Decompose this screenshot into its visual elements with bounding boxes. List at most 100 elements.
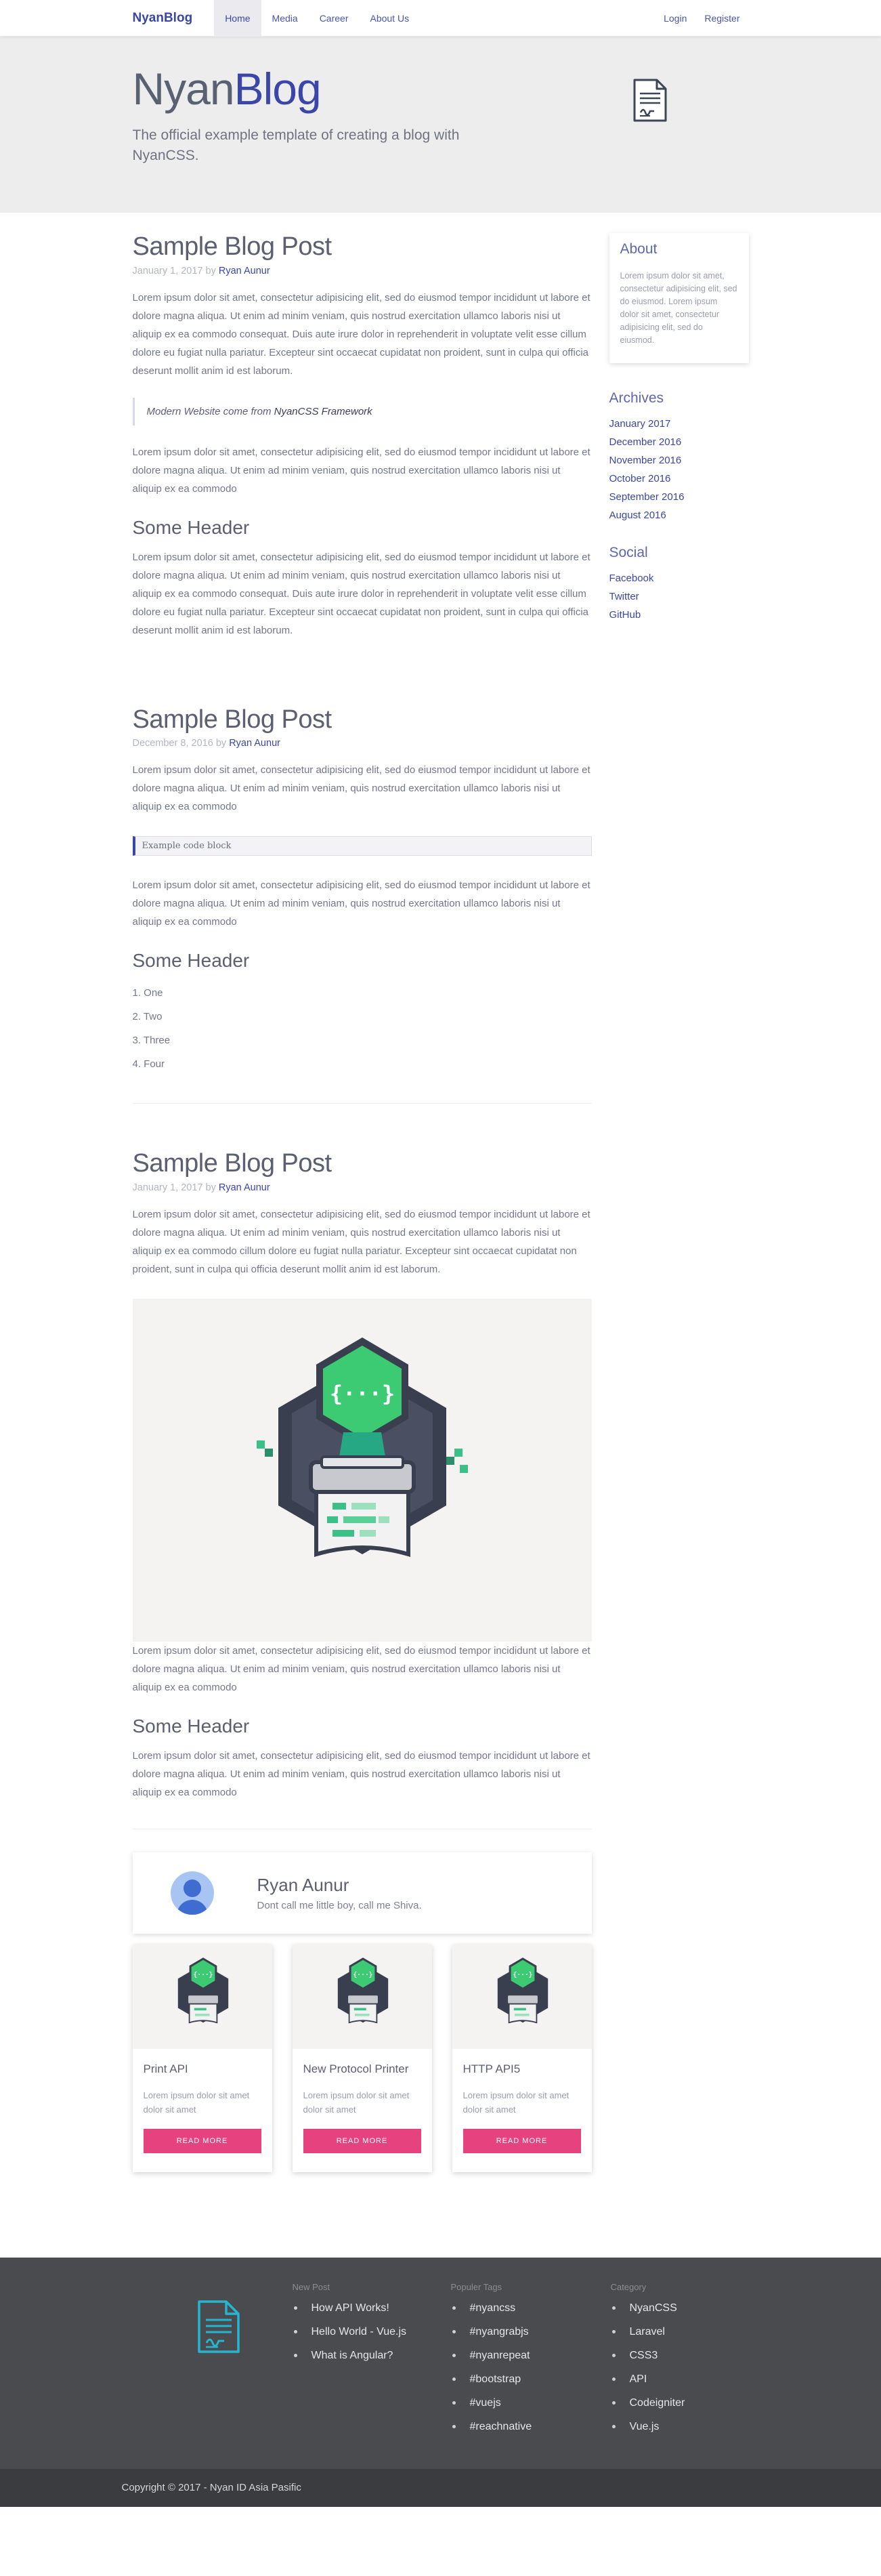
card-image: {···} bbox=[452, 1944, 592, 2049]
archives-section: Archives January 2017 December 2016 Nove… bbox=[609, 390, 749, 524]
footer: New Post How API Works! Hello World - Vu… bbox=[0, 2257, 881, 2469]
post-image: {···} bbox=[132, 1298, 592, 1642]
read-more-button[interactable]: READ MORE bbox=[143, 2128, 261, 2153]
footer-tag-link[interactable]: #nyancss bbox=[451, 2296, 532, 2320]
footer-category-link[interactable]: Vue.js bbox=[611, 2415, 685, 2438]
footer-tag-link[interactable]: #reachnative bbox=[451, 2415, 532, 2438]
post-title[interactable]: Sample Blog Post bbox=[133, 705, 592, 736]
footer-col-title: Populer Tags bbox=[450, 2281, 502, 2292]
archive-link[interactable]: January 2017 bbox=[609, 415, 749, 433]
api-printer-icon: {···} bbox=[497, 1957, 548, 2024]
card-image: {···} bbox=[132, 1944, 272, 2049]
footer-link[interactable]: How API Works! bbox=[293, 2296, 407, 2320]
list-item: 1. One bbox=[132, 987, 163, 999]
card: {···} New Protocol Printer Lorem ipsum d… bbox=[292, 1944, 432, 2172]
post-meta: December 8, 2016 by Ryan Aunur bbox=[132, 738, 280, 749]
archive-link[interactable]: August 2016 bbox=[609, 506, 749, 524]
post-paragraph: Lorem ipsum dolor sit amet, consectetur … bbox=[132, 1749, 590, 1798]
post-title[interactable]: Sample Blog Post bbox=[133, 1148, 592, 1180]
nav-career[interactable]: Career bbox=[309, 0, 360, 37]
card-text: Lorem ipsum dolor sit amet dolor sit ame… bbox=[303, 2090, 410, 2115]
footer-col-title: New Post bbox=[292, 2281, 330, 2292]
nav-login[interactable]: Login bbox=[655, 0, 695, 37]
footer-categories: Category NyanCSS Laravel CSS3 API Codeig… bbox=[611, 2282, 685, 2438]
api-printer-icon: {···} bbox=[337, 1957, 388, 2024]
about-box: About Lorem ipsum dolor sit amet, consec… bbox=[609, 233, 749, 363]
read-more-button[interactable]: READ MORE bbox=[303, 2128, 421, 2153]
author-link[interactable]: Ryan Aunur bbox=[219, 1182, 270, 1193]
author-card: Ryan Aunur Dont call me little boy, call… bbox=[133, 1852, 592, 1934]
sidebar: About Lorem ipsum dolor sit amet, consec… bbox=[609, 232, 749, 2258]
post-paragraph: Lorem ipsum dolor sit amet, consectetur … bbox=[132, 1644, 590, 1693]
list-item: 2. Two bbox=[132, 1011, 163, 1023]
card-text: Lorem ipsum dolor sit amet dolor sit ame… bbox=[143, 2090, 250, 2115]
content: Sample Blog Post January 1, 2017 by Ryan… bbox=[132, 232, 592, 2258]
nav-about-us[interactable]: About Us bbox=[359, 0, 420, 37]
footer-link[interactable]: Hello World - Vue.js bbox=[293, 2320, 406, 2344]
blog-post: Sample Blog Post January 1, 2017 by Ryan… bbox=[132, 1148, 592, 1829]
footer-tag-link[interactable]: #vuejs bbox=[451, 2391, 532, 2415]
card-title[interactable]: HTTP API5 bbox=[463, 2062, 581, 2076]
author-info: Ryan Aunur Dont call me little boy, call… bbox=[257, 1875, 422, 1911]
list-item: 3. Three bbox=[132, 1035, 171, 1047]
footer-category-link[interactable]: API bbox=[611, 2367, 685, 2391]
card: {···} Print API Lorem ipsum dolor sit am… bbox=[132, 1944, 272, 2172]
post-meta: January 1, 2017 by Ryan Aunur bbox=[132, 265, 270, 276]
blog-post: Sample Blog Post December 8, 2016 by Rya… bbox=[132, 705, 592, 1104]
main: Sample Blog Post January 1, 2017 by Ryan… bbox=[132, 213, 749, 2258]
archives-title: Archives bbox=[609, 390, 664, 406]
nav-register[interactable]: Register bbox=[695, 0, 748, 37]
code-block: Example code block bbox=[132, 836, 592, 856]
footer-tag-link[interactable]: #nyangrabjs bbox=[451, 2320, 532, 2344]
footer-link[interactable]: What is Angular? bbox=[293, 2344, 407, 2367]
post-subheader: Some Header bbox=[132, 950, 250, 972]
card-image: {···} bbox=[292, 1944, 432, 2049]
brand-logo[interactable]: NyanBlog bbox=[133, 11, 193, 26]
post-title[interactable]: Sample Blog Post bbox=[133, 232, 592, 263]
nav-media[interactable]: Media bbox=[261, 0, 309, 37]
about-text: Lorem ipsum dolor sit amet, consectetur … bbox=[620, 271, 737, 345]
blockquote: Modern Website come from NyanCSS Framewo… bbox=[132, 397, 592, 425]
post-subheader: Some Header bbox=[132, 1715, 250, 1737]
footer-category-link[interactable]: CSS3 bbox=[611, 2344, 685, 2367]
post-paragraph: Lorem ipsum dolor sit amet, consectetur … bbox=[132, 1208, 590, 1275]
archive-link[interactable]: December 2016 bbox=[609, 433, 749, 451]
read-more-button[interactable]: READ MORE bbox=[463, 2128, 581, 2153]
svg-text:{···}: {···} bbox=[193, 1971, 213, 1978]
author-link[interactable]: Ryan Aunur bbox=[229, 738, 280, 749]
list-item: 4. Four bbox=[132, 1058, 165, 1071]
social-link-facebook[interactable]: Facebook bbox=[609, 569, 749, 587]
card: {···} HTTP API5 Lorem ipsum dolor sit am… bbox=[452, 1944, 592, 2172]
avatar bbox=[170, 1871, 214, 1915]
ordered-list: 1. One 2. Two 3. Three 4. Four bbox=[133, 981, 592, 1076]
card-text: Lorem ipsum dolor sit amet dolor sit ame… bbox=[463, 2090, 570, 2115]
svg-text:{···}: {···} bbox=[329, 1381, 394, 1407]
footer-tags: Populer Tags #nyancss #nyangrabjs #nyanr… bbox=[451, 2282, 532, 2438]
post-paragraph: Lorem ipsum dolor sit amet, consectetur … bbox=[132, 764, 590, 813]
footer-col-title: Category bbox=[610, 2281, 647, 2292]
card-title[interactable]: New Protocol Printer bbox=[303, 2062, 421, 2076]
hero: NyanBlog The official example template o… bbox=[0, 37, 881, 213]
post-subheader: Some Header bbox=[132, 516, 250, 538]
blog-post: Sample Blog Post January 1, 2017 by Ryan… bbox=[132, 232, 592, 667]
archive-link[interactable]: September 2016 bbox=[609, 488, 749, 506]
author-link[interactable]: Ryan Aunur bbox=[219, 266, 270, 276]
footer-tag-link[interactable]: #bootstrap bbox=[451, 2367, 532, 2391]
post-paragraph: Lorem ipsum dolor sit amet, consectetur … bbox=[132, 291, 590, 377]
footer-category-link[interactable]: Codeigniter bbox=[611, 2391, 685, 2415]
nav-home[interactable]: Home bbox=[214, 0, 261, 37]
social-link-twitter[interactable]: Twitter bbox=[609, 587, 749, 606]
footer-category-link[interactable]: Laravel bbox=[611, 2320, 685, 2344]
footer-new-posts: New Post How API Works! Hello World - Vu… bbox=[293, 2282, 407, 2367]
archive-link[interactable]: November 2016 bbox=[609, 451, 749, 470]
post-paragraph: Lorem ipsum dolor sit amet, consectetur … bbox=[132, 879, 590, 928]
footer-category-link[interactable]: NyanCSS bbox=[611, 2296, 685, 2320]
archive-link[interactable]: October 2016 bbox=[609, 470, 749, 488]
about-title: About bbox=[620, 241, 658, 257]
author-bio: Dont call me little boy, call me Shiva. bbox=[257, 1899, 422, 1911]
social-link-github[interactable]: GitHub bbox=[609, 606, 749, 624]
footer-tag-link[interactable]: #nyanrepeat bbox=[451, 2344, 532, 2367]
card-title[interactable]: Print API bbox=[144, 2062, 261, 2076]
api-printer-icon: {···} bbox=[256, 1337, 468, 1557]
api-printer-icon: {···} bbox=[177, 1957, 228, 2024]
